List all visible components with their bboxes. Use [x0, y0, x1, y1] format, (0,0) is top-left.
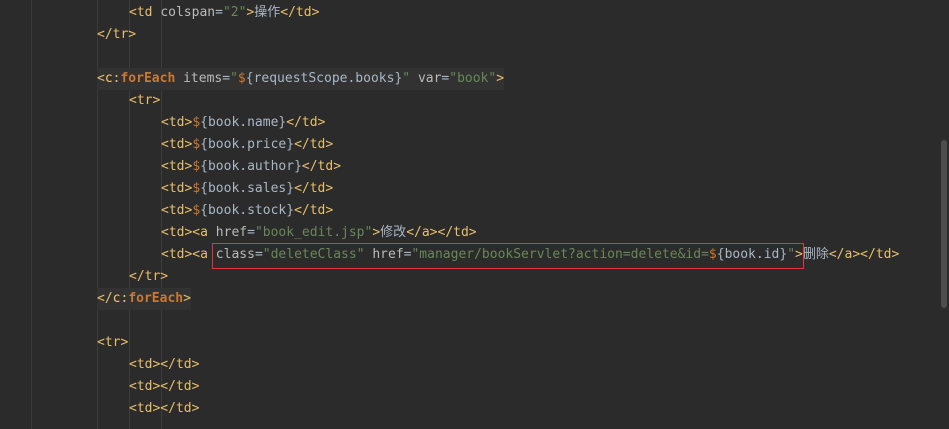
code-token: book.name [207, 115, 279, 130]
code-token: } [286, 203, 295, 218]
indent-guide [97, 0, 98, 429]
code-token: } [286, 137, 295, 152]
code-token: </td> [301, 159, 342, 174]
code-token: <td> [161, 181, 193, 196]
code-token: </td> [294, 137, 334, 152]
code-token: $ [192, 115, 201, 130]
code-line[interactable]: <c:forEach items="${requestScope.books}"… [97, 68, 505, 90]
code-token: 操作 [254, 5, 281, 20]
code-line[interactable]: <tr> [97, 332, 128, 354]
code-token: <td></td> [129, 401, 200, 416]
code-line[interactable]: <td>${book.name}</td> [161, 112, 325, 134]
code-token: <td> [161, 203, 193, 218]
code-token: book.stock [207, 203, 287, 218]
code-token: forEach [120, 71, 176, 86]
code-token: " [402, 71, 411, 86]
code-token: 修改 [380, 225, 407, 240]
code-token: "book_edit.jsp" [254, 225, 373, 240]
code-token: { [245, 71, 254, 86]
code-token: "2" [222, 5, 247, 20]
code-token: <td></td> [129, 379, 200, 394]
code-token: <td></td> [129, 357, 200, 372]
code-token: </td> [280, 5, 320, 20]
code-token: $ [192, 203, 201, 218]
code-token: = [222, 71, 231, 86]
scrollbar-thumb[interactable] [941, 140, 947, 308]
code-line[interactable]: </tr> [97, 24, 136, 46]
code-token: </a></td> [828, 247, 900, 262]
code-line[interactable]: <td></td> [129, 354, 199, 376]
code-token: </td> [294, 203, 334, 218]
code-line[interactable]: <td>${book.sales}</td> [161, 178, 333, 200]
highlight-box [212, 243, 804, 269]
code-token: items [183, 71, 223, 86]
code-token: book.author [207, 159, 295, 174]
code-token: $ [237, 71, 246, 86]
code-token: </tr> [97, 27, 137, 42]
code-token: var [417, 71, 442, 86]
code-token: <td> [161, 159, 193, 174]
code-line[interactable]: </tr> [129, 266, 168, 288]
code-token: <tr> [97, 335, 129, 350]
code-token: requestScope.books [253, 71, 395, 86]
code-token: } [294, 159, 302, 174]
code-token: = [247, 225, 255, 240]
code-token: 删除 [802, 247, 829, 262]
code-token: </a></td> [406, 225, 477, 240]
code-token: <td><a [161, 247, 216, 262]
code-token: = [215, 5, 223, 20]
code-line[interactable]: <td></td> [129, 376, 199, 398]
code-token: $ [192, 137, 201, 152]
code-token: $ [192, 181, 201, 196]
code-line[interactable]: <td><a href="book_edit.jsp">修改</a></td> [161, 222, 477, 244]
code-token: <tr> [129, 93, 161, 108]
code-token: <td [129, 5, 161, 20]
code-token: { [200, 181, 208, 196]
code-token: $ [192, 159, 201, 174]
vertical-scrollbar[interactable] [941, 0, 949, 429]
code-token: book.price [207, 137, 287, 152]
code-token: > [183, 291, 191, 306]
code-token: book.sales [207, 181, 287, 196]
code-line[interactable]: </c:forEach> [97, 288, 191, 310]
gutter-divider [31, 0, 32, 429]
code-token: { [200, 137, 208, 152]
code-line[interactable]: <td>${book.price}</td> [161, 134, 333, 156]
code-token: </ [97, 291, 113, 306]
code-token: </td> [286, 115, 326, 130]
code-token: href [215, 225, 248, 240]
code-token: { [200, 115, 208, 130]
code-token: " [230, 71, 238, 86]
code-line[interactable]: <td>${book.author}</td> [161, 156, 341, 178]
code-token: colspan [160, 5, 216, 20]
code-token: <td><a [161, 225, 216, 240]
code-token: < [97, 71, 105, 86]
code-token: forEach [128, 291, 184, 306]
code-token: c [104, 71, 113, 86]
code-token: > [372, 225, 381, 240]
code-line[interactable]: <td></td> [129, 398, 199, 420]
code-token: > [496, 71, 505, 86]
code-token: } [286, 181, 295, 196]
code-line[interactable]: <td colspan="2">操作</td> [129, 2, 319, 24]
code-token: { [200, 203, 208, 218]
code-token: { [200, 159, 208, 174]
code-token: "book" [449, 71, 497, 86]
code-line[interactable]: <tr> [129, 90, 160, 112]
code-line[interactable]: <td>${book.stock}</td> [161, 200, 333, 222]
code-token: </td> [294, 181, 334, 196]
code-token: </tr> [129, 269, 169, 284]
code-token: <td> [161, 137, 193, 152]
code-token: <td> [161, 115, 193, 130]
